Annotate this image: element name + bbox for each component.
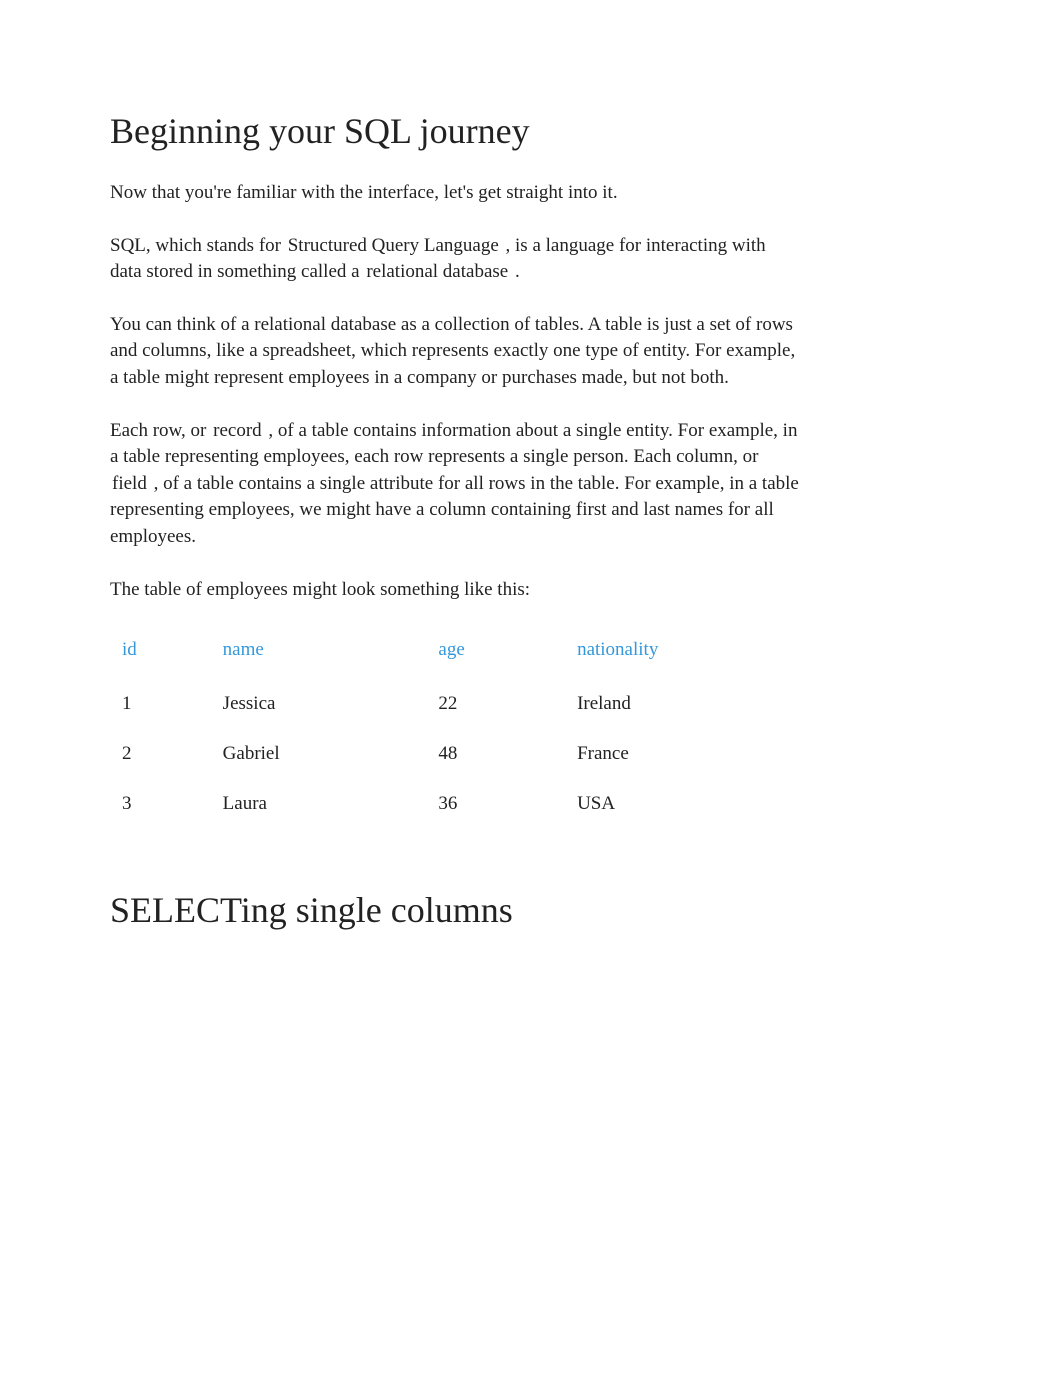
cell-id: 1: [110, 679, 211, 729]
cell-age: 36: [426, 779, 565, 829]
cell-name: Jessica: [211, 679, 427, 729]
column-header-nationality: nationality: [565, 629, 750, 679]
heading-beginning: Beginning your SQL journey: [110, 110, 952, 152]
intro-paragraph: Now that you're familiar with the interf…: [110, 180, 800, 207]
cell-nationality: Ireland: [565, 679, 750, 729]
column-header-id: id: [110, 629, 211, 679]
table-intro-paragraph: The table of employees might look someth…: [110, 577, 800, 604]
column-header-name: name: [211, 629, 427, 679]
text-fragment: , of a table contains a single attribute…: [110, 473, 799, 547]
table-header-row: id name age nationality: [110, 629, 750, 679]
cell-name: Gabriel: [211, 729, 427, 779]
term-field: field: [110, 473, 149, 494]
cell-name: Laura: [211, 779, 427, 829]
cell-nationality: France: [565, 729, 750, 779]
text-fragment: Each row, or: [110, 420, 211, 441]
column-header-age: age: [426, 629, 565, 679]
record-field-paragraph: Each row, or record , of a table contain…: [110, 418, 800, 551]
term-relational-database: relational database: [364, 261, 510, 282]
term-record: record: [211, 420, 264, 441]
table-row: 1 Jessica 22 Ireland: [110, 679, 750, 729]
cell-age: 48: [426, 729, 565, 779]
text-fragment: SQL, which stands for: [110, 235, 286, 256]
cell-id: 3: [110, 779, 211, 829]
tables-explanation-paragraph: You can think of a relational database a…: [110, 312, 800, 392]
term-structured-query-language: Structured Query Language: [286, 235, 501, 256]
cell-nationality: USA: [565, 779, 750, 829]
cell-id: 2: [110, 729, 211, 779]
cell-age: 22: [426, 679, 565, 729]
text-fragment: .: [515, 261, 520, 282]
employees-table: id name age nationality 1 Jessica 22 Ire…: [110, 629, 750, 829]
table-row: 3 Laura 36 USA: [110, 779, 750, 829]
sql-definition-paragraph: SQL, which stands for Structured Query L…: [110, 233, 800, 286]
heading-selecting: SELECTing single columns: [110, 889, 952, 931]
table-row: 2 Gabriel 48 France: [110, 729, 750, 779]
